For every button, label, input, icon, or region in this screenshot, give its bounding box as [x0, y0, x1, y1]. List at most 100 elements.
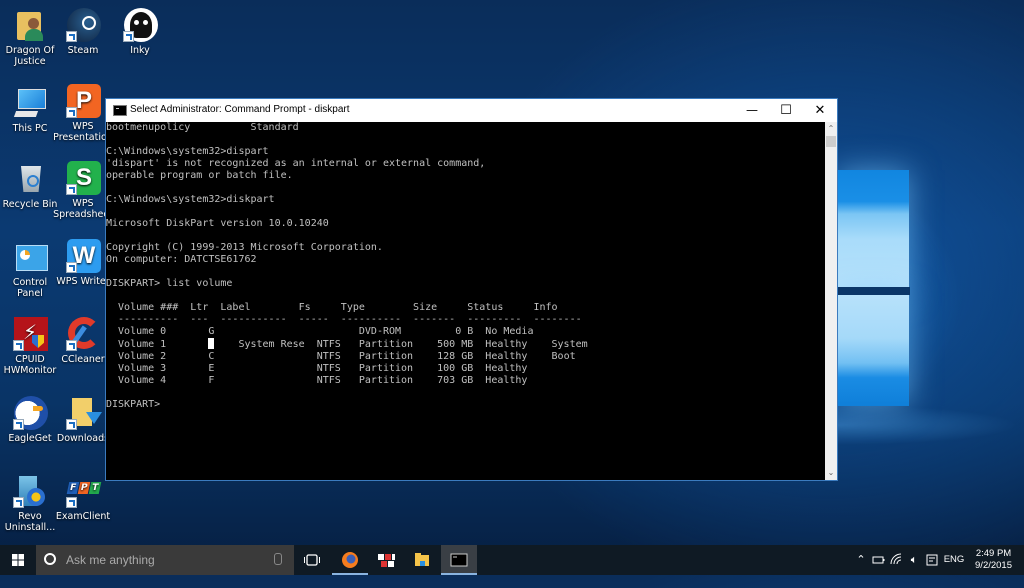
console-output[interactable]: bootmenupolicy Standard C:\Windows\syste… [106, 122, 826, 480]
console-line: 'dispart' is not recognized as an intern… [106, 158, 486, 169]
desktop-icon-label: WPS Spreadsheet [53, 198, 113, 220]
windows-logo-icon [12, 554, 24, 566]
minimize-button[interactable]: — [735, 99, 769, 122]
user-folder-icon [13, 8, 47, 42]
desktop-icon-control-panel[interactable]: Control Panel [0, 240, 60, 299]
volume-table-row: Volume 3 E NTFS Partition 100 GB Healthy [106, 363, 552, 374]
console-line: Microsoft DiskPart version 10.0.10240 [106, 218, 329, 229]
taskbar-firefox[interactable] [332, 545, 368, 575]
wallpaper-logo-top-pane [838, 170, 909, 296]
text-cursor [208, 338, 215, 349]
wifi-icon[interactable] [888, 545, 904, 575]
desktop-icon-inky[interactable]: Inky [110, 8, 170, 56]
fpt-examclient-icon: F P T [66, 474, 102, 508]
clock[interactable]: 2:49 PM 9/2/2015 [975, 548, 1012, 572]
desktop-icon-label: Control Panel [12, 277, 48, 299]
cmd-icon [450, 553, 468, 567]
taskbar-file-explorer[interactable] [404, 545, 440, 575]
taskbar-command-prompt[interactable] [441, 545, 477, 575]
microphone-icon[interactable] [274, 553, 282, 565]
desktop-icon-label: This PC [12, 123, 48, 134]
desktop-icon-eagleget[interactable]: EagleGet [0, 396, 60, 444]
scroll-up-icon[interactable]: ⌃ [825, 123, 837, 135]
desktop-icon-recycle-bin[interactable]: Recycle Bin [0, 162, 60, 210]
console-line: DISKPART> list volume [106, 278, 233, 289]
file-explorer-icon [415, 553, 429, 566]
app-grid-icon [378, 554, 395, 567]
desktop-icon-steam[interactable]: Steam [53, 8, 113, 56]
volume-table-header: Volume ### Ltr Label Fs Type Size Status… [106, 302, 558, 313]
maximize-button[interactable]: ☐ [769, 99, 803, 122]
desktop-icon-ccleaner[interactable]: CCleaner [53, 317, 113, 365]
inky-icon [123, 8, 158, 42]
start-button[interactable] [0, 545, 36, 575]
volume-icon[interactable]: 🔈︎ [906, 545, 922, 575]
desktop-icon-label: CPUID HWMonitor [3, 354, 57, 376]
language-indicator[interactable]: ENG [942, 545, 966, 575]
desktop-icon-cpuid-hwmonitor[interactable]: ⚡ CPUID HWMonitor [0, 317, 60, 376]
wallpaper-light-beam [838, 405, 1018, 445]
scrollbar-thumb[interactable] [826, 136, 836, 147]
console-prompt: DISKPART> [106, 399, 161, 410]
task-view-button[interactable] [294, 545, 330, 575]
action-center-icon[interactable] [924, 545, 940, 575]
downloads-folder-icon [66, 396, 102, 430]
desktop-icon-wps-spreadsheet[interactable]: S WPS Spreadsheet [53, 161, 113, 220]
desktop-icon-label: Steam [67, 45, 99, 56]
wallpaper-logo-bottom-pane [838, 293, 909, 406]
taskbar: Ask me anything ⌃ 🔈︎ ENG 2:49 PM 9/2/201… [0, 545, 1024, 575]
desktop-icon-label: WPS Writer [56, 276, 110, 287]
command-prompt-window[interactable]: Select Administrator: Command Prompt - d… [105, 98, 838, 481]
control-panel-icon [13, 240, 48, 274]
volume-table-row: Volume 1 System Rese NTFS Partition 500 … [106, 338, 588, 350]
desktop-icon-dragon-of-justice[interactable]: Dragon Of Justice [0, 8, 60, 67]
taskbar-app[interactable] [368, 545, 404, 575]
ccleaner-icon [66, 317, 100, 351]
desktop-icon-label: Recycle Bin [2, 199, 58, 210]
console-line: Copyright (C) 1999-2013 Microsoft Corpor… [106, 242, 383, 253]
console-line: C:\Windows\system32>diskpart [106, 194, 275, 205]
vertical-scrollbar[interactable]: ⌃ ⌄ [825, 122, 837, 480]
desktop-icon-this-pc[interactable]: This PC [0, 86, 60, 134]
window-title: Select Administrator: Command Prompt - d… [130, 104, 350, 115]
desktop-icon-downloads[interactable]: Downloads [53, 396, 113, 444]
clock-time: 2:49 PM [975, 548, 1012, 559]
steam-icon [66, 8, 101, 42]
revo-uninstaller-icon [13, 474, 47, 508]
desktop-icon-label: CCleaner [61, 354, 105, 365]
wallpaper-logo-gap [838, 287, 910, 295]
volume-table-row: Volume 4 F NTFS Partition 703 GB Healthy [106, 375, 552, 386]
desktop-icon-label: WPS Presentation [53, 121, 113, 143]
search-placeholder: Ask me anything [66, 553, 155, 567]
console-line: bootmenupolicy Standard [106, 122, 299, 133]
desktop-icon-wps-writer[interactable]: W WPS Writer [53, 239, 113, 287]
scroll-down-icon[interactable]: ⌄ [825, 467, 837, 479]
console-line: operable program or batch file. [106, 170, 293, 181]
desktop-icon-label: Revo Uninstall... [4, 511, 56, 533]
close-button[interactable]: ✕ [803, 99, 837, 122]
window-titlebar[interactable]: Select Administrator: Command Prompt - d… [106, 99, 837, 122]
wps-writer-icon: W [66, 239, 101, 273]
hwmonitor-icon: ⚡ [13, 317, 48, 351]
cmd-icon [113, 105, 127, 116]
desktop-icon-label: ExamClient [55, 511, 111, 522]
desktop-icon-revo-uninstaller[interactable]: Revo Uninstall... [0, 474, 60, 533]
task-view-icon [304, 554, 320, 566]
desktop-icon-label: EagleGet [8, 433, 52, 444]
desktop-icon-label: Dragon Of Justice [5, 45, 55, 67]
show-hidden-icons-button[interactable]: ⌃ [855, 545, 867, 575]
battery-icon[interactable] [870, 545, 886, 575]
cortana-search-box[interactable]: Ask me anything [36, 545, 294, 575]
console-line: On computer: DATCTSE61762 [106, 254, 257, 265]
recycle-bin-icon [13, 162, 47, 196]
wps-spreadsheet-icon: S [66, 161, 101, 195]
desktop-icon-wps-presentation[interactable]: P WPS Presentation [53, 84, 113, 143]
clock-date: 9/2/2015 [975, 560, 1012, 571]
desktop-icon-examclient[interactable]: F P T ExamClient [53, 474, 113, 522]
